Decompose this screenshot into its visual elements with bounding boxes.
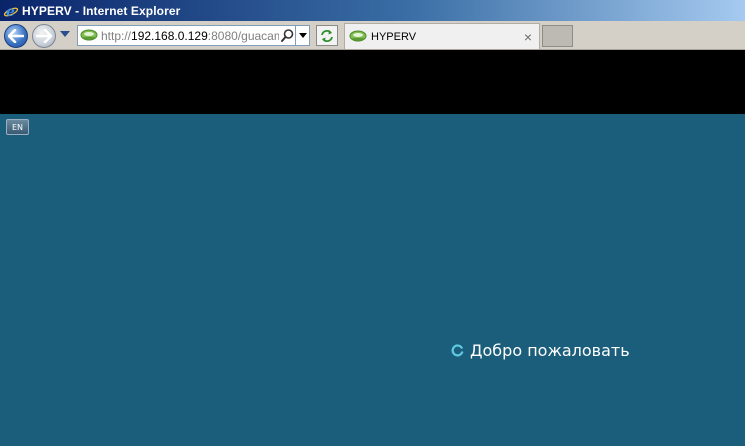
address-dropdown-button[interactable] (295, 26, 309, 45)
svg-text:e: e (6, 4, 15, 19)
new-tab-button[interactable] (542, 25, 573, 47)
language-button[interactable]: EN (6, 119, 29, 135)
url-path: :8080/guacamole/ (207, 28, 279, 43)
window-titlebar[interactable]: e HYPERV - Internet Explorer (0, 0, 745, 21)
address-url[interactable]: http://192.168.0.129:8080/guacamole/ (101, 29, 279, 43)
page-content: EN Добро пожаловать (0, 50, 745, 446)
page-header-bar (0, 50, 745, 114)
forward-button[interactable] (32, 24, 56, 48)
back-button[interactable] (4, 24, 28, 48)
tab-favicon-icon (349, 30, 367, 44)
refresh-icon (321, 29, 333, 42)
welcome-text: Добро пожаловать (470, 341, 630, 360)
forward-arrow-icon (36, 29, 52, 43)
browser-tab-active[interactable]: HYPERV × (344, 23, 540, 49)
back-arrow-icon (8, 29, 24, 43)
url-scheme: http:// (101, 28, 132, 43)
magnifier-icon[interactable] (280, 28, 295, 43)
welcome-message: Добро пожаловать (451, 341, 630, 360)
tab-close-icon[interactable]: × (521, 29, 535, 45)
site-favicon-icon (80, 29, 98, 43)
window-title: HYPERV - Internet Explorer (22, 3, 181, 18)
address-bar[interactable]: http://192.168.0.129:8080/guacamole/ (77, 25, 310, 46)
tab-title: HYPERV (371, 30, 417, 43)
loading-spinner-icon (451, 344, 464, 357)
compatibility-refresh-button[interactable] (316, 25, 338, 46)
navigation-bar: http://192.168.0.129:8080/guacamole/ HYP… (0, 21, 745, 50)
url-host: 192.168.0.129 (131, 28, 208, 43)
recent-pages-dropdown[interactable] (60, 31, 70, 37)
internet-explorer-icon: e (3, 3, 19, 20)
